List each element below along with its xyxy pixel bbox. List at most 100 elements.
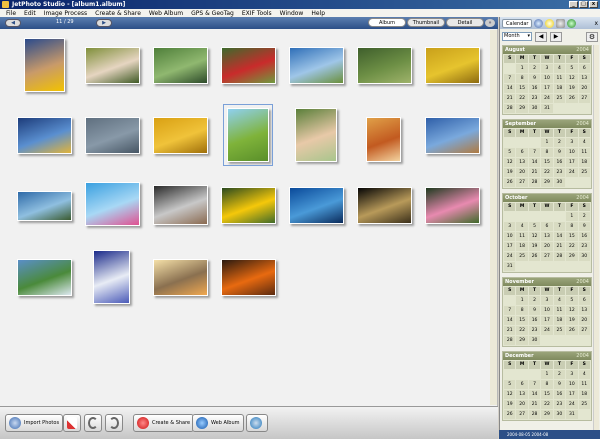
calendar-day[interactable]: 1 (516, 296, 528, 305)
prev-month-button[interactable]: ◀ (535, 31, 547, 42)
calendar-day[interactable]: 9 (553, 380, 566, 389)
web-album-button[interactable]: Web Album (192, 414, 244, 432)
calendar-day[interactable]: 26 (504, 410, 516, 419)
calendar-day[interactable]: 27 (578, 94, 590, 103)
calendar-day[interactable]: 20 (578, 316, 590, 325)
menu-file[interactable]: File (2, 10, 20, 17)
calendar-day[interactable]: 18 (553, 84, 566, 93)
calendar-day[interactable]: 24 (541, 94, 553, 103)
calendar-day[interactable]: 10 (541, 306, 553, 315)
calendar-scrollbar[interactable] (593, 45, 599, 433)
calendar-day[interactable]: 15 (516, 316, 528, 325)
calendar-day[interactable]: 5 (504, 148, 516, 157)
calendar-day[interactable]: 25 (578, 168, 590, 177)
maximize-button[interactable]: □ (579, 1, 588, 8)
photo-thumbnail-alpine-valley[interactable] (17, 259, 72, 296)
publish-button[interactable] (246, 414, 268, 432)
calendar-day[interactable]: 30 (528, 104, 541, 113)
calendar-day[interactable]: 27 (516, 178, 528, 187)
calendar-day[interactable]: 20 (516, 168, 528, 177)
photo-thumbnail-baby-with-toys[interactable] (153, 185, 208, 225)
calendar-day[interactable]: 5 (528, 222, 541, 231)
photo-thumbnail-desert-rock[interactable] (366, 117, 401, 162)
calendar-day[interactable]: 10 (504, 232, 516, 241)
calendar-day[interactable]: 3 (566, 370, 578, 379)
photo-thumbnail-green-meadow[interactable] (223, 104, 273, 166)
calendar-day[interactable]: 27 (516, 410, 528, 419)
photo-thumbnail-forest-path[interactable] (357, 47, 412, 84)
calendar-day[interactable]: 31 (566, 410, 578, 419)
photo-thumbnail-red-flowers[interactable] (221, 47, 276, 84)
photo-thumbnail-misty-water[interactable] (85, 117, 140, 154)
view-select[interactable]: Month (502, 32, 532, 41)
calendar-day[interactable]: 30 (528, 336, 541, 345)
calendar-day[interactable]: 17 (566, 158, 578, 167)
photo-thumbnail-orange-sunset[interactable] (221, 259, 276, 296)
calendar-day[interactable]: 31 (541, 104, 553, 113)
calendar-day[interactable]: 13 (541, 232, 553, 241)
calendar-day[interactable]: 8 (516, 74, 528, 83)
calendar-day[interactable]: 28 (528, 178, 541, 187)
calendar-day[interactable]: 21 (504, 94, 516, 103)
clock-icon[interactable] (534, 18, 544, 28)
calendar-day[interactable]: 15 (566, 232, 578, 241)
calendar-day[interactable]: 31 (504, 262, 516, 271)
tab-thumbnail[interactable]: Thumbnail (407, 18, 445, 27)
calendar-day[interactable]: 5 (566, 64, 578, 73)
calendar-day[interactable]: 10 (566, 148, 578, 157)
calendar-day[interactable]: 11 (578, 380, 590, 389)
calendar-day[interactable]: 26 (504, 178, 516, 187)
calendar-day[interactable]: 19 (566, 84, 578, 93)
calendar-day[interactable]: 20 (541, 242, 553, 251)
calendar-day[interactable]: 8 (541, 380, 553, 389)
menu-help[interactable]: Help (307, 10, 329, 17)
calendar-day[interactable]: 5 (504, 380, 516, 389)
calendar-day[interactable]: 2 (528, 64, 541, 73)
calendar-day[interactable]: 25 (516, 252, 528, 261)
calendar-day[interactable]: 5 (566, 296, 578, 305)
calendar-day[interactable]: 10 (566, 380, 578, 389)
calendar-day[interactable]: 22 (516, 94, 528, 103)
crop-button[interactable] (63, 414, 81, 432)
calendar-day[interactable]: 19 (566, 316, 578, 325)
calendar-day[interactable]: 4 (578, 370, 590, 379)
calendar-day[interactable]: 18 (578, 390, 590, 399)
calendar-day[interactable]: 7 (553, 222, 566, 231)
calendar-day[interactable]: 14 (504, 84, 516, 93)
menu-create-share[interactable]: Create & Share (91, 10, 145, 17)
calendar-day[interactable]: 23 (578, 242, 590, 251)
calendar-day[interactable]: 28 (504, 104, 516, 113)
photo-thumbnail-yellow-daisy[interactable] (221, 187, 276, 224)
calendar-day[interactable]: 30 (553, 178, 566, 187)
calendar-day[interactable]: 18 (578, 158, 590, 167)
calendar-day[interactable]: 24 (566, 400, 578, 409)
calendar-day[interactable]: 13 (516, 158, 528, 167)
calendar-day[interactable]: 3 (541, 296, 553, 305)
calendar-day[interactable]: 11 (578, 148, 590, 157)
photo-thumbnail-moon[interactable] (357, 187, 412, 224)
calendar-day[interactable]: 23 (528, 326, 541, 335)
calendar-day[interactable]: 3 (541, 64, 553, 73)
next-month-button[interactable]: ▶ (550, 31, 562, 42)
calendar-day[interactable]: 9 (578, 222, 590, 231)
calendar-day[interactable]: 17 (541, 316, 553, 325)
calendar-day[interactable]: 21 (528, 400, 541, 409)
calendar-day[interactable]: 6 (516, 148, 528, 157)
calendar-day[interactable]: 7 (504, 74, 516, 83)
rotate-left-button[interactable] (84, 414, 102, 432)
calendar-day[interactable]: 14 (528, 158, 541, 167)
photo-thumbnail-blue-tower[interactable] (289, 187, 344, 224)
calendar-day[interactable]: 6 (541, 222, 553, 231)
calendar-day[interactable]: 14 (528, 390, 541, 399)
calendar-day[interactable]: 3 (566, 138, 578, 147)
calendar-day[interactable]: 12 (504, 158, 516, 167)
photo-thumbnail-baby-portrait[interactable] (295, 108, 337, 162)
calendar-day[interactable]: 8 (566, 222, 578, 231)
settings-gear-icon[interactable]: ⚙ (586, 31, 598, 42)
photo-thumbnail-lotus[interactable] (425, 187, 480, 224)
calendar-day[interactable]: 15 (541, 390, 553, 399)
photo-thumbnail-mountain-lake[interactable] (17, 117, 72, 154)
calendar-day[interactable]: 24 (504, 252, 516, 261)
calendar-day[interactable]: 6 (578, 64, 590, 73)
calendar-day[interactable]: 12 (504, 390, 516, 399)
